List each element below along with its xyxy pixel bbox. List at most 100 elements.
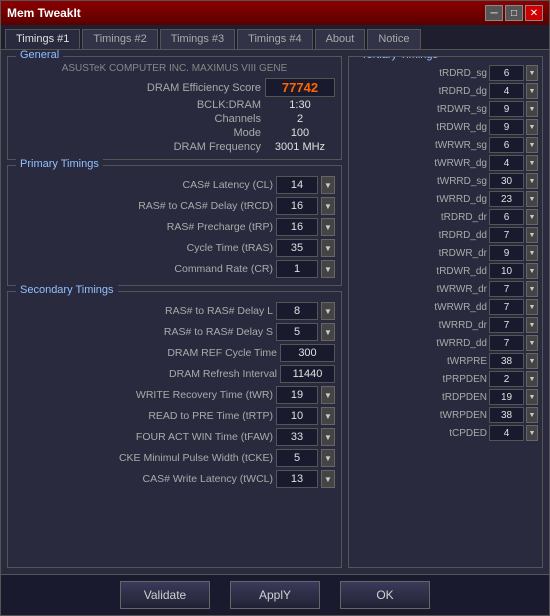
tert-drop-8[interactable]: ▼ xyxy=(526,209,538,225)
tert-input-8[interactable] xyxy=(489,209,524,225)
tab-notice[interactable]: Notice xyxy=(367,29,420,49)
tert-input-5[interactable] xyxy=(489,155,524,171)
tert-drop-20[interactable]: ▼ xyxy=(526,425,538,441)
tert-drop-11[interactable]: ▼ xyxy=(526,263,538,279)
general-group: General ASUSTeK COMPUTER INC. MAXIMUS VI… xyxy=(7,56,342,160)
tert-drop-2[interactable]: ▼ xyxy=(526,101,538,117)
tert-input-7[interactable] xyxy=(489,191,524,207)
sec-input-6[interactable] xyxy=(276,428,318,446)
tert-drop-4[interactable]: ▼ xyxy=(526,137,538,153)
primary-input-1[interactable] xyxy=(276,197,318,215)
tab-about[interactable]: About xyxy=(315,29,366,49)
primary-drop-4[interactable]: ▼ xyxy=(321,260,335,278)
tert-drop-1[interactable]: ▼ xyxy=(526,83,538,99)
tert-drop-13[interactable]: ▼ xyxy=(526,299,538,315)
tert-drop-5[interactable]: ▼ xyxy=(526,155,538,171)
tert-input-4[interactable] xyxy=(489,137,524,153)
close-button[interactable]: ✕ xyxy=(525,5,543,21)
tab-timings1[interactable]: Timings #1 xyxy=(5,29,80,49)
primary-input-2[interactable] xyxy=(276,218,318,236)
tert-drop-16[interactable]: ▼ xyxy=(526,353,538,369)
tert-input-6[interactable] xyxy=(489,173,524,189)
apply-button[interactable]: ApplY xyxy=(230,581,320,609)
tert-input-3[interactable] xyxy=(489,119,524,135)
sec-input-3[interactable] xyxy=(280,365,335,383)
sec-drop-5[interactable]: ▼ xyxy=(321,407,335,425)
tert-drop-17[interactable]: ▼ xyxy=(526,371,538,387)
sec-row-7: CKE Minimul Pulse Width (tCKE) ▼ xyxy=(14,449,335,467)
sec-drop-4[interactable]: ▼ xyxy=(321,386,335,404)
tert-input-17[interactable] xyxy=(489,371,524,387)
mode-row: Mode 100 xyxy=(14,127,335,139)
tert-input-12[interactable] xyxy=(489,281,524,297)
tert-drop-9[interactable]: ▼ xyxy=(526,227,538,243)
primary-input-4[interactable] xyxy=(276,260,318,278)
ok-button[interactable]: OK xyxy=(340,581,430,609)
tert-row-0: tRDRD_sg ▼ xyxy=(353,65,538,81)
tert-input-19[interactable] xyxy=(489,407,524,423)
tert-drop-0[interactable]: ▼ xyxy=(526,65,538,81)
tert-drop-6[interactable]: ▼ xyxy=(526,173,538,189)
tert-input-18[interactable] xyxy=(489,389,524,405)
sec-input-8[interactable] xyxy=(276,470,318,488)
sec-input-1[interactable] xyxy=(276,323,318,341)
tert-drop-14[interactable]: ▼ xyxy=(526,317,538,333)
sec-input-2[interactable] xyxy=(280,344,335,362)
tert-drop-15[interactable]: ▼ xyxy=(526,335,538,351)
tert-input-15[interactable] xyxy=(489,335,524,351)
tert-row-14: tWRRD_dr ▼ xyxy=(353,317,538,333)
tert-drop-18[interactable]: ▼ xyxy=(526,389,538,405)
tert-input-13[interactable] xyxy=(489,299,524,315)
tab-timings2[interactable]: Timings #2 xyxy=(82,29,157,49)
restore-button[interactable]: □ xyxy=(505,5,523,21)
tert-label-13: tWRWR_dd xyxy=(353,302,487,313)
validate-button[interactable]: Validate xyxy=(120,581,210,609)
sec-input-5[interactable] xyxy=(276,407,318,425)
sec-drop-6[interactable]: ▼ xyxy=(321,428,335,446)
sec-input-0[interactable] xyxy=(276,302,318,320)
tert-input-11[interactable] xyxy=(489,263,524,279)
tert-input-2[interactable] xyxy=(489,101,524,117)
tert-row-19: tWRPDEN ▼ xyxy=(353,407,538,423)
tert-drop-3[interactable]: ▼ xyxy=(526,119,538,135)
mode-label: Mode xyxy=(14,127,261,139)
tert-input-16[interactable] xyxy=(489,353,524,369)
sec-input-7[interactable] xyxy=(276,449,318,467)
tert-input-9[interactable] xyxy=(489,227,524,243)
main-window: Mem TweakIt ─ □ ✕ Timings #1 Timings #2 … xyxy=(0,0,550,616)
tert-drop-10[interactable]: ▼ xyxy=(526,245,538,261)
sec-label-5: READ to PRE Time (tRTP) xyxy=(14,410,273,422)
tert-input-1[interactable] xyxy=(489,83,524,99)
tert-row-2: tRDWR_sg ▼ xyxy=(353,101,538,117)
primary-title: Primary Timings xyxy=(16,158,103,170)
primary-drop-2[interactable]: ▼ xyxy=(321,218,335,236)
tab-timings3[interactable]: Timings #3 xyxy=(160,29,235,49)
tert-drop-19[interactable]: ▼ xyxy=(526,407,538,423)
tert-drop-7[interactable]: ▼ xyxy=(526,191,538,207)
tert-label-6: tWRRD_sg xyxy=(353,176,487,187)
primary-row-3: Cycle Time (tRAS) ▼ xyxy=(14,239,335,257)
sec-row-2: DRAM REF Cycle Time xyxy=(14,344,335,362)
sec-drop-1[interactable]: ▼ xyxy=(321,323,335,341)
tert-input-0[interactable] xyxy=(489,65,524,81)
primary-drop-1[interactable]: ▼ xyxy=(321,197,335,215)
tert-input-10[interactable] xyxy=(489,245,524,261)
primary-input-0[interactable] xyxy=(276,176,318,194)
primary-input-3[interactable] xyxy=(276,239,318,257)
minimize-button[interactable]: ─ xyxy=(485,5,503,21)
sec-drop-8[interactable]: ▼ xyxy=(321,470,335,488)
tert-label-2: tRDWR_sg xyxy=(353,104,487,115)
sec-drop-0[interactable]: ▼ xyxy=(321,302,335,320)
tert-input-14[interactable] xyxy=(489,317,524,333)
sec-drop-7[interactable]: ▼ xyxy=(321,449,335,467)
tert-input-20[interactable] xyxy=(489,425,524,441)
tert-label-14: tWRRD_dr xyxy=(353,320,487,331)
tab-timings4[interactable]: Timings #4 xyxy=(237,29,312,49)
sec-input-4[interactable] xyxy=(276,386,318,404)
primary-drop-3[interactable]: ▼ xyxy=(321,239,335,257)
primary-drop-0[interactable]: ▼ xyxy=(321,176,335,194)
sec-row-6: FOUR ACT WIN Time (tFAW) ▼ xyxy=(14,428,335,446)
tert-drop-12[interactable]: ▼ xyxy=(526,281,538,297)
tert-row-4: tWRWR_sg ▼ xyxy=(353,137,538,153)
sec-label-2: DRAM REF Cycle Time xyxy=(14,347,277,359)
